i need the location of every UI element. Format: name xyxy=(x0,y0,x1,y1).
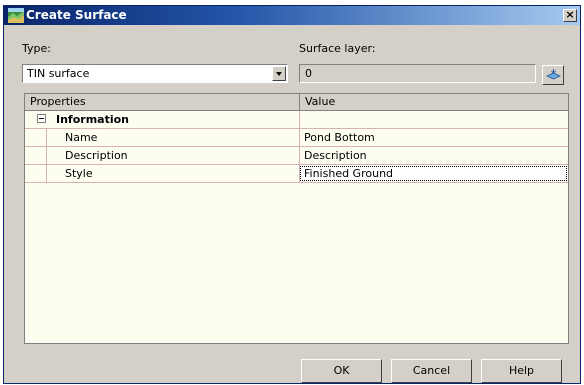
title-bar[interactable]: Create Surface × xyxy=(4,6,580,25)
collapse-icon[interactable] xyxy=(37,114,46,123)
grid-header: Properties Value xyxy=(25,94,568,111)
property-value[interactable]: Description xyxy=(299,147,568,164)
layer-pick-button[interactable] xyxy=(542,65,564,85)
chevron-down-icon[interactable] xyxy=(272,66,286,81)
column-divider xyxy=(299,111,300,128)
property-row-style[interactable]: Style Finished Ground xyxy=(25,165,568,183)
surface-app-icon xyxy=(8,8,24,23)
property-row-description[interactable]: Description Description xyxy=(25,147,568,165)
property-value[interactable]: Pond Bottom xyxy=(299,129,568,146)
category-label: Information xyxy=(56,113,129,126)
layer-pick-icon xyxy=(546,69,561,80)
value-column-header[interactable]: Value xyxy=(300,94,568,110)
property-name: Description xyxy=(46,147,299,164)
window-title: Create Surface xyxy=(26,8,127,22)
help-button[interactable]: Help xyxy=(481,359,562,383)
type-dropdown[interactable]: TIN surface xyxy=(22,64,288,83)
ok-button[interactable]: OK xyxy=(301,359,382,383)
surface-layer-value: 0 xyxy=(305,67,312,80)
category-row-information[interactable]: Information xyxy=(25,111,568,129)
properties-column-header[interactable]: Properties xyxy=(25,94,300,110)
close-button[interactable]: × xyxy=(563,9,577,22)
create-surface-dialog: Create Surface × Type: Surface layer: TI… xyxy=(3,5,581,384)
type-dropdown-value: TIN surface xyxy=(27,67,90,80)
surface-layer-field: 0 xyxy=(299,64,536,83)
cancel-button[interactable]: Cancel xyxy=(391,359,472,383)
properties-grid: Properties Value Information Name Pond B… xyxy=(24,93,569,344)
type-label: Type: xyxy=(22,42,51,55)
property-name: Style xyxy=(46,165,299,182)
property-value-selected[interactable]: Finished Ground xyxy=(299,165,568,182)
property-name: Name xyxy=(46,129,299,146)
surface-layer-label: Surface layer: xyxy=(299,42,376,55)
property-row-name[interactable]: Name Pond Bottom xyxy=(25,129,568,147)
